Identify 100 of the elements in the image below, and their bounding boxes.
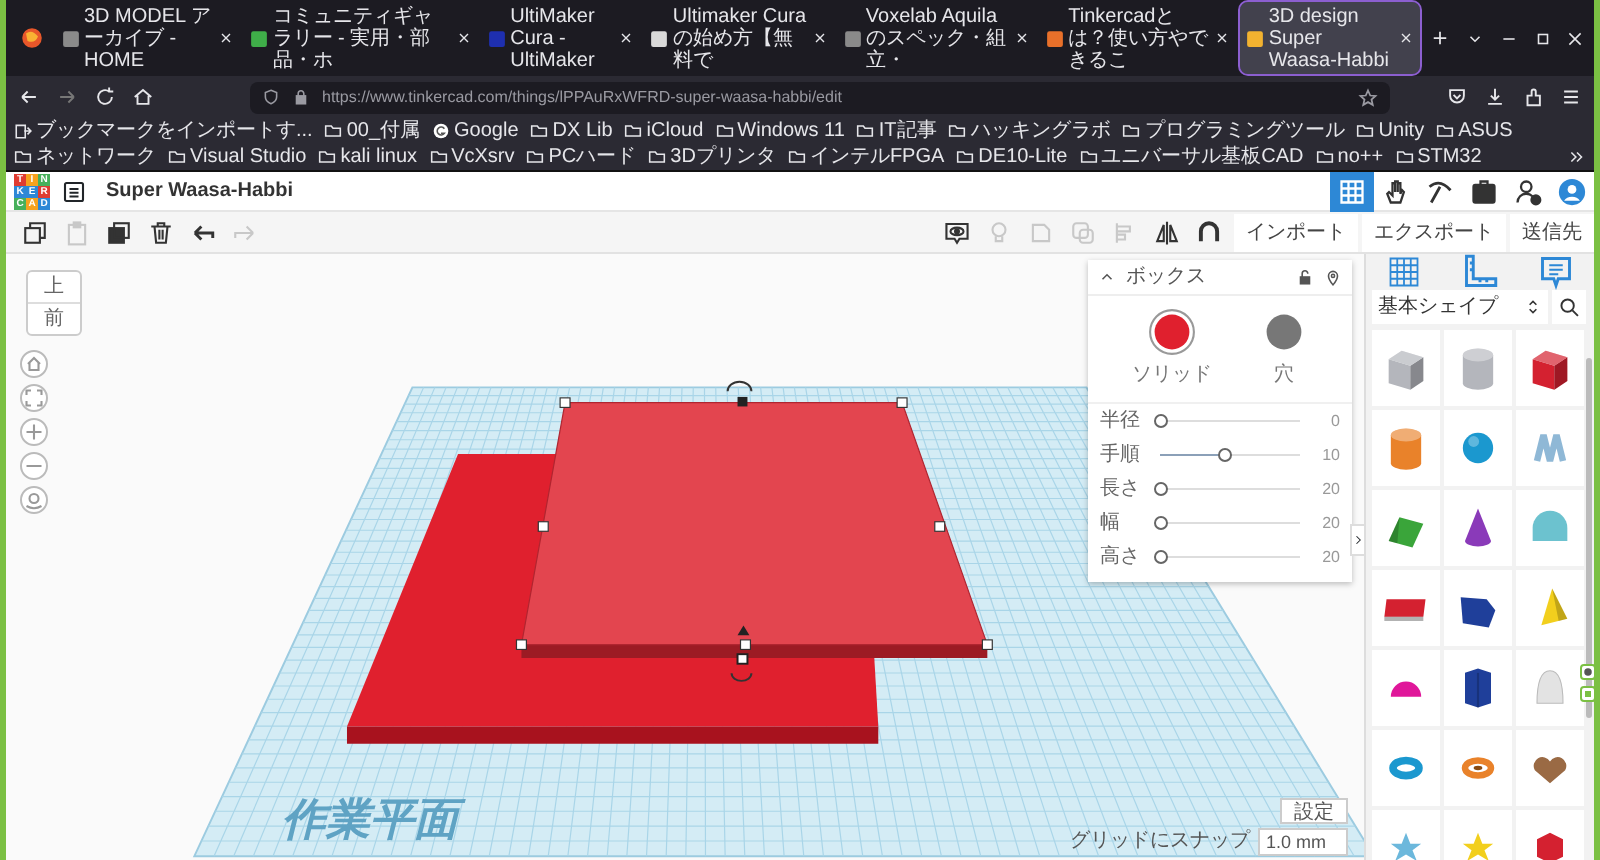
resize-handle[interactable] <box>537 521 549 532</box>
shape-tile[interactable] <box>1444 730 1512 806</box>
browser-tab[interactable]: コミュニティギャラリー - 実用・部品・ホ <box>244 2 479 74</box>
bookmark-item[interactable]: VcXsrv <box>429 144 515 170</box>
resize-handle[interactable] <box>934 521 946 532</box>
duplicate-icon[interactable] <box>106 219 132 245</box>
more-bookmarks-icon[interactable] <box>1568 148 1586 166</box>
bookmark-item[interactable]: kali linux <box>318 144 418 170</box>
shape-tile[interactable] <box>1372 330 1440 406</box>
bookmark-item[interactable]: STM32 <box>1395 144 1482 170</box>
bookmark-item[interactable]: ASUS <box>1436 118 1513 144</box>
eye-bubble-icon[interactable] <box>944 219 970 245</box>
shape-tile[interactable] <box>1516 490 1584 566</box>
pocket-icon[interactable] <box>1446 86 1468 108</box>
designs-list-icon[interactable] <box>62 179 86 203</box>
close-icon[interactable] <box>1397 30 1414 46</box>
shape-tile[interactable] <box>1516 410 1584 486</box>
mirror-icon[interactable] <box>1154 219 1180 245</box>
category-select[interactable]: 基本シェイプ <box>1372 290 1548 324</box>
close-icon[interactable] <box>811 30 828 46</box>
bookmark-item[interactable]: インテルFPGA <box>787 144 945 170</box>
fit-view-button[interactable] <box>20 384 48 412</box>
address-field[interactable]: https://www.tinkercad.com/things/lPPAuRxWFRD-super-waasa-habbi/edit <box>250 81 1390 113</box>
close-icon[interactable] <box>1214 30 1231 46</box>
toolbar-action-button[interactable]: インポート <box>1234 213 1358 251</box>
new-tab-icon[interactable] <box>1429 28 1450 48</box>
bookmark-item[interactable]: iCloud <box>624 118 704 144</box>
slider-thumb[interactable] <box>1154 516 1168 530</box>
zoom-out-button[interactable] <box>20 452 48 480</box>
shape-tile[interactable] <box>1444 650 1512 726</box>
toolbar-action-button[interactable]: エクスポート <box>1362 213 1506 251</box>
bookmark-item[interactable]: Visual Studio <box>168 144 307 170</box>
search-button[interactable] <box>1552 290 1586 324</box>
close-icon[interactable] <box>1014 30 1031 46</box>
close-icon[interactable] <box>1565 29 1584 47</box>
bookmark-item[interactable]: IT記事 <box>856 118 937 144</box>
close-icon[interactable] <box>618 30 635 46</box>
perspective-button[interactable] <box>20 486 48 514</box>
bookmark-item[interactable]: DX Lib <box>530 118 613 144</box>
bookmark-item[interactable]: プログラミングツール <box>1122 118 1345 144</box>
view-cube-front[interactable]: 前 <box>28 304 80 334</box>
extension-icon[interactable] <box>1522 86 1544 108</box>
shape-tile[interactable] <box>1444 490 1512 566</box>
bookmark-item[interactable]: ブックマークをインポートす... <box>14 118 313 144</box>
forward-icon[interactable] <box>56 86 78 108</box>
browser-icon[interactable] <box>20 26 44 50</box>
feedback-icon[interactable] <box>1580 664 1594 680</box>
bookmark-item[interactable]: ネットワーク <box>14 144 156 170</box>
back-icon[interactable] <box>18 86 40 108</box>
magnet-icon[interactable] <box>1196 219 1222 245</box>
bookmark-item[interactable]: Windows 11 <box>715 118 845 144</box>
bookmark-item[interactable]: ハッキングラボ <box>948 118 1111 144</box>
browser-tab[interactable]: 3D design Super Waasa-Habbi <box>1240 2 1420 74</box>
shape-tile[interactable] <box>1372 570 1440 646</box>
resize-handle[interactable] <box>981 639 993 650</box>
bookmark-item[interactable]: Google <box>432 118 519 144</box>
trash-icon[interactable] <box>148 219 174 245</box>
bookmark-item[interactable]: DE10-Lite <box>956 144 1068 170</box>
selected-box[interactable] <box>520 402 989 658</box>
shape-tile[interactable] <box>1372 650 1440 726</box>
shape-tile[interactable] <box>1372 410 1440 486</box>
download-icon[interactable] <box>1484 86 1506 108</box>
workplane-icon[interactable] <box>1386 254 1422 290</box>
ruler-icon[interactable] <box>1462 254 1498 290</box>
home-view-button[interactable] <box>20 350 48 378</box>
shape-tile[interactable] <box>1516 730 1584 806</box>
rotate-handle[interactable] <box>730 672 753 682</box>
menu-icon[interactable] <box>1560 86 1582 108</box>
rotate-handle[interactable] <box>726 380 753 393</box>
toolbar-action-button[interactable]: 送信先 <box>1510 213 1594 251</box>
shape-tile[interactable] <box>1516 650 1584 726</box>
resize-handle[interactable] <box>559 397 571 408</box>
resize-handle[interactable] <box>737 396 748 407</box>
shape-mode-option[interactable]: 穴 <box>1260 308 1308 390</box>
settings-button[interactable]: 設定 <box>1280 798 1348 824</box>
star-icon[interactable] <box>1358 87 1378 107</box>
snap-select[interactable]: 1.0 mm <box>1257 827 1348 855</box>
design-title[interactable]: Super Waasa-Habbi <box>106 176 294 206</box>
bookmark-item[interactable]: Unity <box>1356 118 1425 144</box>
shape-tile[interactable] <box>1516 570 1584 646</box>
bookmark-item[interactable]: 00_付属 <box>324 118 421 144</box>
slider-thumb[interactable] <box>1154 482 1168 496</box>
shape-tile[interactable] <box>1372 730 1440 806</box>
bookmark-item[interactable]: no++ <box>1315 144 1384 170</box>
header-tool-button[interactable] <box>1330 171 1374 211</box>
shape-tile[interactable] <box>1372 490 1440 566</box>
slider-thumb[interactable] <box>1154 414 1168 428</box>
copy-icon[interactable] <box>22 219 48 245</box>
slider-thumb[interactable] <box>1217 448 1231 462</box>
zoom-in-button[interactable] <box>20 418 48 446</box>
shape-tile[interactable] <box>1444 570 1512 646</box>
browser-tab[interactable]: Ultimaker Curaの始め方【無料で <box>644 2 834 74</box>
close-icon[interactable] <box>456 30 473 46</box>
unlock-icon[interactable] <box>1296 268 1314 286</box>
close-icon[interactable] <box>218 30 235 46</box>
scrollbar[interactable] <box>1586 358 1592 718</box>
resize-handle[interactable] <box>515 639 527 650</box>
shape-tile[interactable] <box>1516 330 1584 406</box>
shape-mode-option[interactable]: ソリッド <box>1132 308 1212 390</box>
view-cube-top[interactable]: 上 <box>28 272 80 304</box>
